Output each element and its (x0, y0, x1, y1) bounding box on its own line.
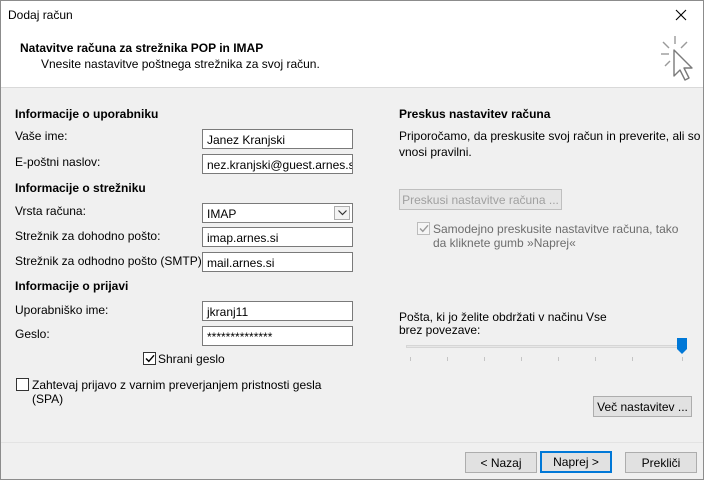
more-settings-button[interactable]: Več nastavitev ... (593, 396, 692, 417)
username-label: Uporabniško ime: (15, 303, 109, 317)
login-info-heading: Informacije o prijavi (15, 279, 129, 293)
dialog-header: Natavitve računa za strežnika POP in IMA… (1, 29, 703, 88)
slider-tick (447, 357, 448, 361)
title-bar: Dodaj račun (1, 1, 703, 29)
slider-tick (484, 357, 485, 361)
user-info-heading: Informacije o uporabniku (15, 107, 159, 121)
slider-tick (521, 357, 522, 361)
chevron-down-icon (337, 210, 347, 216)
slider-tick (558, 357, 559, 361)
slider-tick (595, 357, 596, 361)
outgoing-server-label: Strežnik za odhodno pošto (SMTP): (15, 254, 206, 268)
cursor-sparkle-icon (661, 36, 693, 81)
close-icon (675, 9, 687, 21)
test-settings-heading: Preskus nastavitev računa (399, 107, 551, 121)
slider-tick (410, 357, 411, 361)
account-type-select[interactable]: IMAP (202, 203, 353, 223)
outgoing-server-field[interactable]: mail.arnes.si (202, 252, 353, 272)
footer-divider (1, 442, 703, 443)
auto-test-checkbox[interactable] (417, 222, 430, 235)
header-subtitle: Vnesite nastavitve poštnega strežnika za… (41, 57, 320, 71)
username-field[interactable]: jkranj11 (202, 301, 353, 321)
remember-password-label[interactable]: Shrani geslo (158, 352, 225, 366)
incoming-server-field[interactable]: imap.arnes.si (202, 227, 353, 247)
test-description-line1: Priporočamo, da preskusite svoj račun in… (399, 129, 701, 143)
add-account-dialog: Dodaj račun Natavitve računa za strežnik… (0, 0, 704, 480)
remember-password-checkbox[interactable] (143, 352, 156, 365)
checkmark-icon (419, 224, 429, 233)
offline-label-line2: brez povezave: (399, 323, 481, 337)
offline-value: Vse (586, 310, 607, 324)
server-info-heading: Informacije o strežniku (15, 181, 146, 195)
password-label: Geslo: (15, 327, 50, 341)
checkmark-icon (145, 354, 155, 363)
dropdown-button[interactable] (334, 206, 350, 220)
email-field[interactable]: nez.kranjski@guest.arnes.si (202, 154, 353, 174)
name-field[interactable]: Janez Kranjski (202, 129, 353, 149)
incoming-server-label: Strežnik za dohodno pošto: (15, 229, 161, 243)
spa-label-line1[interactable]: Zahtevaj prijavo z varnim preverjanjem p… (32, 378, 321, 392)
window-title: Dodaj račun (8, 8, 73, 22)
test-description-line2: vnosi pravilni. (399, 145, 472, 159)
next-button[interactable]: Naprej > (540, 451, 612, 473)
header-title: Natavitve računa za strežnika POP in IMA… (20, 41, 264, 55)
slider-tick (632, 357, 633, 361)
account-type-label: Vrsta računa: (15, 204, 86, 218)
auto-test-label-line2[interactable]: da kliknete gumb »Naprej« (433, 235, 576, 251)
cancel-button[interactable]: Prekliči (625, 452, 697, 473)
email-label: E-poštni naslov: (15, 155, 101, 169)
account-type-value: IMAP (207, 207, 237, 221)
name-label: Vaše ime: (15, 129, 68, 143)
offline-slider-track[interactable] (406, 345, 684, 348)
back-button[interactable]: < Nazaj (465, 452, 537, 473)
spa-checkbox[interactable] (16, 378, 29, 391)
close-button[interactable] (659, 1, 703, 29)
password-field[interactable]: ************** (202, 326, 353, 346)
test-settings-button[interactable]: Preskusi nastavitve računa ... (399, 189, 562, 210)
slider-tick (682, 357, 683, 361)
spa-label-line2[interactable]: (SPA) (32, 392, 63, 406)
offline-slider-thumb[interactable] (677, 338, 687, 354)
